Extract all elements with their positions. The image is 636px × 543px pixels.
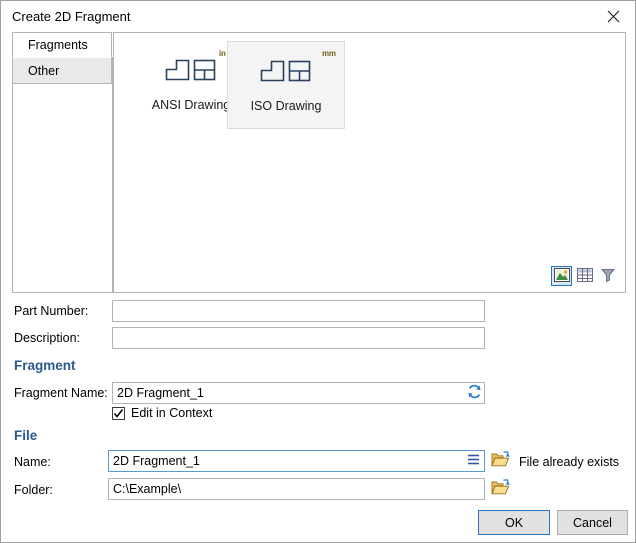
list-view-button[interactable] — [574, 266, 595, 286]
create-2d-fragment-dialog: Create 2D Fragment Fragments Other ANSI … — [0, 0, 636, 543]
filter-button[interactable] — [597, 266, 618, 286]
folder-label: Folder: — [14, 483, 53, 497]
fragment-name-label: Fragment Name: — [14, 386, 108, 400]
ok-button[interactable]: OK — [478, 510, 550, 535]
gallery-item-ansi-unit: in — [219, 49, 226, 58]
tab-other-label: Other — [28, 63, 60, 78]
gallery-item-ansi-label: ANSI Drawing — [151, 98, 231, 112]
file-name-input[interactable]: 2D Fragment_1 — [108, 450, 485, 472]
thumbnail-view-button[interactable] — [551, 266, 572, 286]
tab-strip: Fragments Other — [12, 32, 114, 84]
description-input[interactable] — [112, 327, 485, 349]
grid-view-icon — [576, 267, 593, 285]
fragment-name-input[interactable]: 2D Fragment_1 — [112, 382, 485, 404]
regenerate-fragment-name-button[interactable] — [464, 383, 484, 403]
browse-folder-button[interactable] — [490, 479, 511, 499]
page-title: Create 2D Fragment — [12, 9, 131, 24]
view-mode-toolbar — [551, 266, 618, 286]
thumbnail-view-icon — [553, 267, 570, 285]
part-number-input[interactable] — [112, 300, 485, 322]
open-folder-icon — [491, 451, 510, 471]
tab-panel-body — [12, 57, 113, 293]
fragment-section-heading: Fragment — [14, 358, 76, 373]
part-number-label: Part Number: — [14, 304, 89, 318]
tab-fragments[interactable]: Fragments — [12, 32, 112, 58]
close-icon — [607, 10, 620, 23]
browse-file-button[interactable] — [490, 451, 511, 471]
gallery-item-iso-label: ISO Drawing — [250, 99, 322, 113]
description-label: Description: — [14, 331, 80, 345]
fragment-gallery-panel: ANSI Drawing in ISO Drawing mm — [113, 32, 626, 293]
checkmark-icon — [113, 408, 124, 418]
tab-fragments-label: Fragments — [28, 38, 88, 52]
title-bar: Create 2D Fragment — [1, 1, 635, 32]
edit-in-context-checkbox[interactable] — [112, 406, 125, 420]
file-status-text: File already exists — [519, 455, 620, 469]
cancel-button[interactable]: Cancel — [557, 510, 628, 535]
file-name-menu-button[interactable] — [465, 453, 481, 469]
edit-in-context-label: Edit in Context — [131, 406, 213, 420]
open-folder-icon — [491, 479, 510, 499]
drawing-views-icon — [165, 57, 217, 89]
refresh-icon — [466, 383, 483, 403]
filter-funnel-icon — [600, 268, 616, 285]
file-section-heading: File — [14, 428, 38, 443]
edit-in-context-checkbox-row[interactable]: Edit in Context — [112, 406, 212, 420]
file-name-label: Name: — [14, 455, 51, 469]
list-menu-icon — [467, 454, 480, 468]
folder-input[interactable]: C:\Example\ — [108, 478, 485, 500]
drawing-views-icon — [260, 58, 312, 90]
close-button[interactable] — [591, 1, 635, 31]
gallery-item-iso-unit: mm — [322, 49, 336, 58]
tab-other[interactable]: Other — [12, 58, 112, 84]
